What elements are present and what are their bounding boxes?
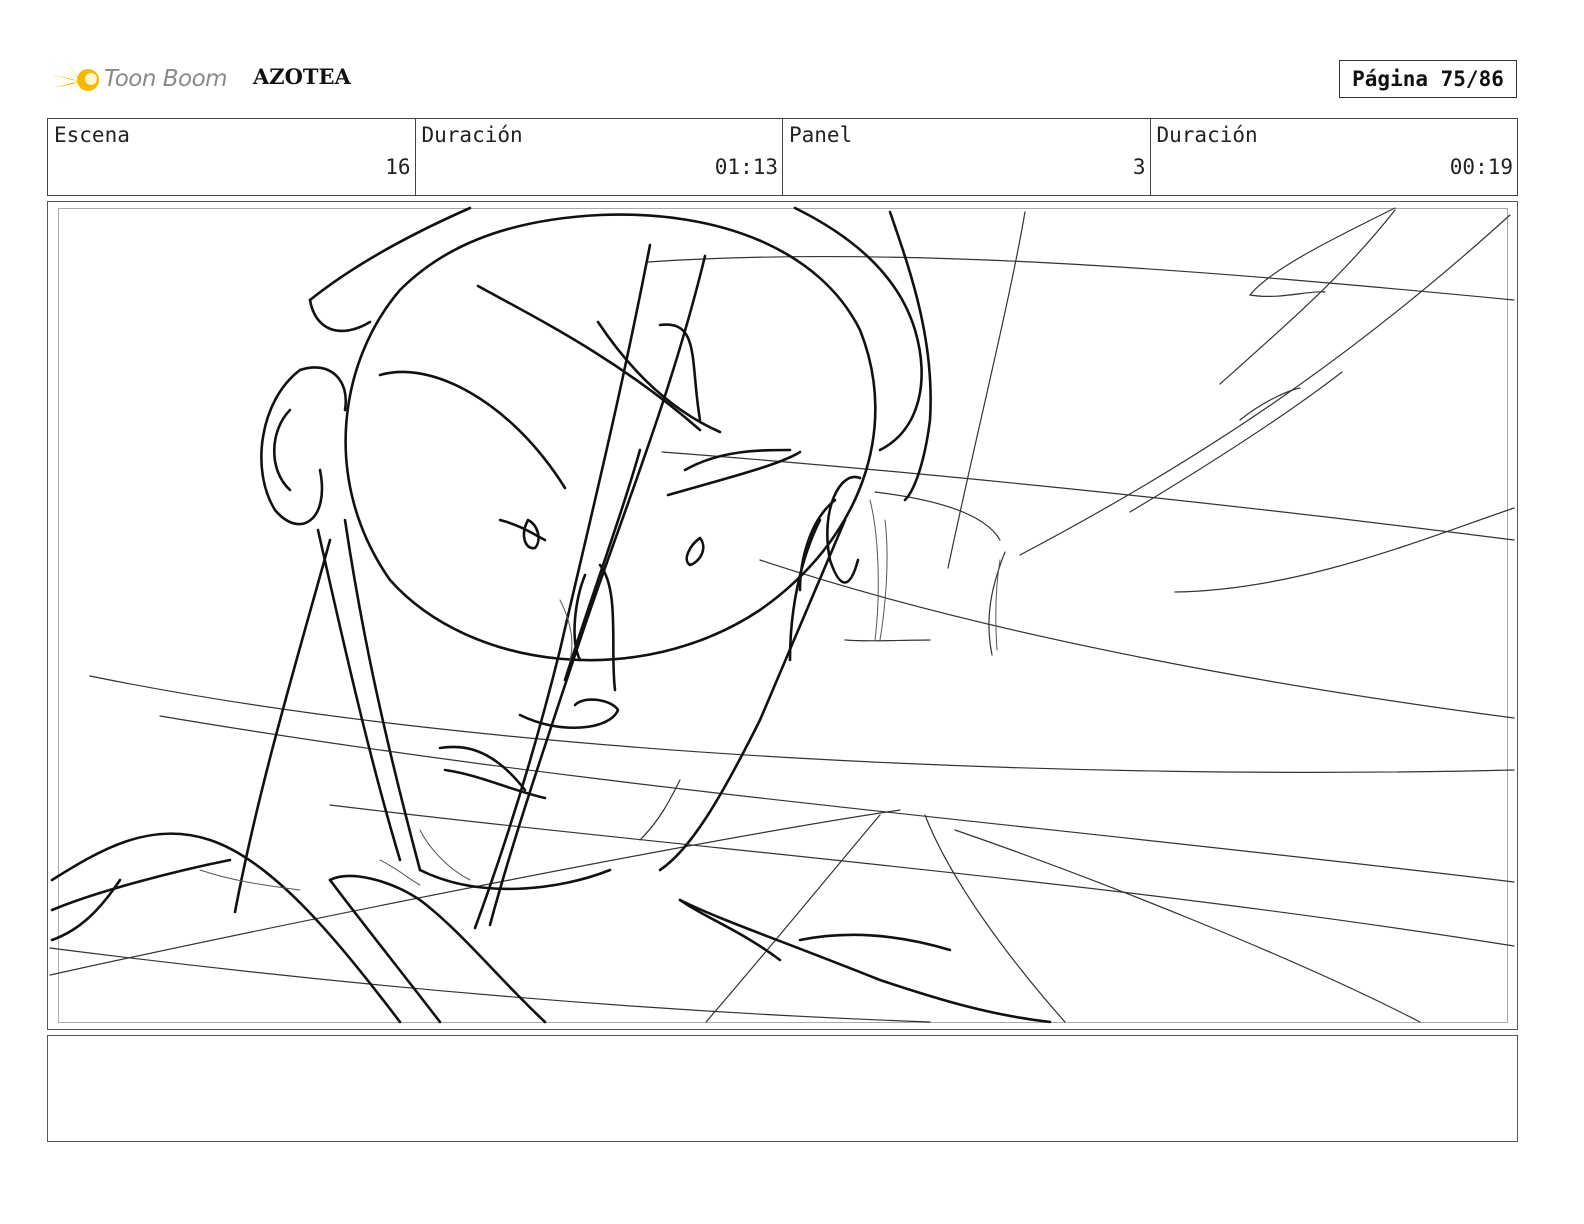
toon-boom-logo: Toon Boom: [50, 56, 240, 106]
scene-value: 16: [385, 155, 411, 179]
scene-info-table: Escena 16 Duración 01:13 Panel 3 Duració…: [47, 118, 1518, 196]
storyboard-sketch: [49, 206, 1515, 1024]
page-indicator: Página 75/86: [1339, 60, 1517, 98]
panel-duration-label: Duración: [1156, 123, 1258, 147]
panel-duration-cell: Duración 00:19: [1149, 119, 1518, 195]
panel-label: Panel: [789, 123, 853, 147]
panel-value: 3: [1132, 155, 1146, 179]
panel-cell: Panel 3: [782, 119, 1150, 195]
logo-text: Toon Boom: [104, 66, 228, 92]
scene-label: Escena: [54, 123, 130, 147]
scene-cell: Escena 16: [48, 119, 415, 195]
scene-duration-cell: Duración 01:13: [414, 119, 783, 195]
panel-duration-value: 00:19: [1449, 155, 1513, 179]
toon-boom-sun-icon: [50, 58, 99, 102]
scene-duration-label: Duración: [421, 123, 523, 147]
panel-notes-box: [47, 1035, 1518, 1142]
scene-duration-value: 01:13: [714, 155, 778, 179]
project-title: AZOTEA: [253, 64, 351, 89]
